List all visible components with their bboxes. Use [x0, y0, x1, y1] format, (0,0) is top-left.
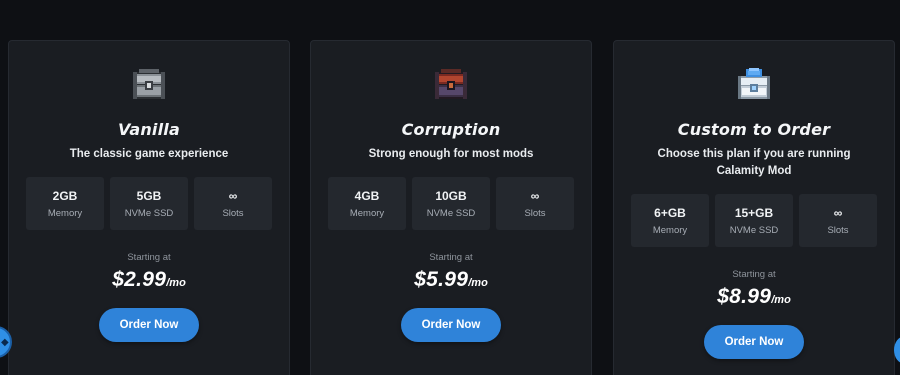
price: $5.99/mo: [311, 268, 591, 292]
plan-card-custom: Custom to Order Choose this plan if you …: [613, 40, 895, 375]
spec-label: Slots: [524, 207, 546, 219]
plan-card-corruption: Corruption Strong enough for most mods 4…: [310, 40, 592, 375]
spec-value: ∞: [530, 188, 540, 203]
plan-subtitle: Choose this plan if you are running Cala…: [657, 148, 851, 177]
spec-memory: 6+GB Memory: [631, 194, 709, 247]
spec-memory: 2GB Memory: [26, 177, 104, 230]
spec-value: ∞: [228, 188, 238, 203]
plan-title: Custom to Order: [677, 120, 831, 139]
spec-value: 15+GB: [734, 205, 774, 220]
plan-title: Corruption: [401, 120, 501, 139]
spec-storage: 10GB NVMe SSD: [412, 177, 490, 230]
spec-label: Memory: [349, 207, 385, 219]
price-unit: /mo: [468, 277, 488, 289]
order-now-button[interactable]: Order Now: [99, 308, 199, 342]
spec-label: NVMe SSD: [426, 207, 476, 219]
spec-label: Slots: [222, 207, 244, 219]
plan-title: Vanilla: [118, 120, 180, 139]
spec-value: ∞: [833, 205, 843, 220]
corruption-chest-icon: [311, 67, 591, 103]
spec-storage: 15+GB NVMe SSD: [715, 194, 793, 247]
vanilla-chest-icon: [9, 67, 289, 103]
spec-label: NVMe SSD: [729, 224, 779, 236]
price-unit: /mo: [771, 294, 791, 306]
spec-storage: 5GB NVMe SSD: [110, 177, 188, 230]
price: $8.99/mo: [614, 285, 894, 309]
spec-slots: ∞ Slots: [194, 177, 272, 230]
spec-memory: 4GB Memory: [328, 177, 406, 230]
starting-at-label: Starting at: [429, 252, 473, 263]
spec-value: 5GB: [136, 188, 162, 203]
spec-list: 4GB Memory 10GB NVMe SSD ∞ Slots: [328, 177, 574, 230]
price-amount: $2.99: [112, 268, 167, 291]
price-unit: /mo: [166, 277, 186, 289]
plan-card-vanilla: Vanilla The classic game experience 2GB …: [8, 40, 290, 375]
order-now-button[interactable]: Order Now: [401, 308, 501, 342]
starting-at-label: Starting at: [127, 252, 171, 263]
spec-label: Memory: [47, 207, 83, 219]
price-amount: $5.99: [414, 268, 469, 291]
order-now-button[interactable]: Order Now: [704, 325, 804, 359]
spec-label: NVMe SSD: [124, 207, 174, 219]
spec-list: 2GB Memory 5GB NVMe SSD ∞ Slots: [26, 177, 272, 230]
spec-list: 6+GB Memory 15+GB NVMe SSD ∞ Slots: [631, 194, 877, 247]
spec-value: 4GB: [354, 188, 380, 203]
spec-slots: ∞ Slots: [799, 194, 877, 247]
price-amount: $8.99: [717, 285, 772, 308]
plan-subtitle: The classic game experience: [69, 148, 229, 160]
starting-at-label: Starting at: [732, 269, 776, 280]
spec-label: Slots: [827, 224, 849, 236]
price: $2.99/mo: [9, 268, 289, 292]
spec-label: Memory: [652, 224, 688, 236]
spec-value: 2GB: [52, 188, 78, 203]
spec-value: 10GB: [435, 188, 467, 203]
plan-subtitle: Strong enough for most mods: [368, 148, 534, 160]
spec-slots: ∞ Slots: [496, 177, 574, 230]
shield-icon: ◆: [1, 337, 9, 348]
crystal-chest-icon: [614, 67, 894, 103]
spec-value: 6+GB: [654, 205, 686, 220]
pricing-section: Vanilla The classic game experience 2GB …: [0, 0, 900, 375]
